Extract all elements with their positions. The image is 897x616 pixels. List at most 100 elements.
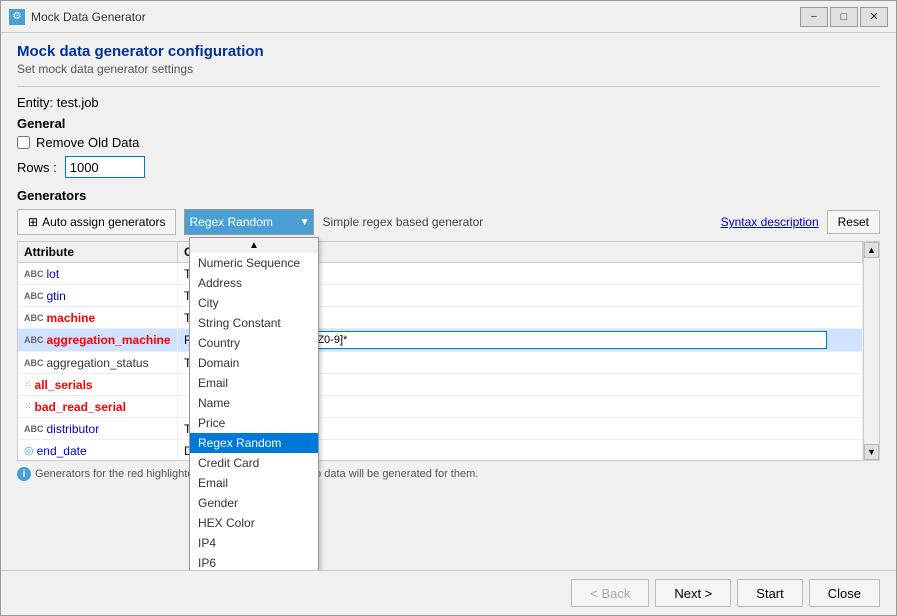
attr-cell: ABC aggregation_machine	[18, 329, 178, 351]
table-row[interactable]: ⁙ bad_read_serial	[18, 396, 863, 418]
close-button[interactable]: Close	[809, 579, 880, 607]
attr-name: all_serials	[35, 378, 93, 392]
minimize-button[interactable]: −	[800, 7, 828, 27]
start-button[interactable]: Start	[737, 579, 802, 607]
attr-cell: ABC distributor	[18, 418, 178, 439]
page-subtitle: Set mock data generator settings	[17, 62, 880, 76]
next-button[interactable]: Next >	[655, 579, 731, 607]
attr-type-icon: ◎	[24, 444, 34, 457]
attr-type-icon: ABC	[24, 269, 44, 279]
dropdown-item-numeric-sequence[interactable]: Numeric Sequence	[190, 253, 318, 273]
table-row[interactable]: ABC gtin Text	[18, 285, 863, 307]
dropdown-item-city[interactable]: City	[190, 293, 318, 313]
dropdown-item-name[interactable]: Name	[190, 393, 318, 413]
dropdown-item-credit-card[interactable]: Credit Card	[190, 453, 318, 473]
dropdown-item-email2[interactable]: Email	[190, 473, 318, 493]
generator-desc: Simple regex based generator	[322, 215, 712, 229]
attr-name: end_date	[37, 444, 87, 458]
attr-name: lot	[47, 267, 60, 281]
entity-label: Entity:	[17, 95, 53, 110]
generators-section: Generators ⊞ Auto assign generators Rege…	[17, 188, 880, 461]
back-button[interactable]: < Back	[571, 579, 649, 607]
dropdown-item-domain[interactable]: Domain	[190, 353, 318, 373]
generator-dropdown-text: Regex Random	[189, 215, 272, 229]
dropdown-item-email1[interactable]: Email	[190, 373, 318, 393]
rows-row: Rows :	[17, 156, 880, 178]
dropdown-item-regex-random[interactable]: Regex Random	[190, 433, 318, 453]
remove-old-data-row: Remove Old Data	[17, 135, 880, 150]
close-window-button[interactable]: ✕	[860, 7, 888, 27]
divider	[17, 86, 880, 87]
dropdown-item-string-constant[interactable]: String Constant	[190, 313, 318, 333]
table-scroll[interactable]: Attribute Generator Value ABC lot Text	[18, 242, 863, 460]
dropdown-scroll-up[interactable]: ▲	[190, 238, 318, 253]
attr-name: machine	[47, 311, 96, 325]
attr-name: bad_read_serial	[35, 400, 126, 414]
table-row[interactable]: ABC aggregation_machine Regex Rand...	[18, 329, 863, 352]
attr-type-icon: ABC	[24, 358, 44, 368]
title-buttons: − □ ✕	[800, 7, 888, 27]
page-title: Mock data generator configuration	[17, 43, 880, 60]
syntax-link[interactable]: Syntax description	[721, 215, 819, 229]
reset-button[interactable]: Reset	[827, 210, 880, 234]
maximize-button[interactable]: □	[830, 7, 858, 27]
info-row: i Generators for the red highlighted att…	[17, 467, 880, 481]
attr-cell: ABC aggregation_status	[18, 352, 178, 373]
val-input[interactable]	[284, 331, 827, 349]
main-window: ⚙ Mock Data Generator − □ ✕ Mock data ge…	[0, 0, 897, 616]
attr-cell: ABC lot	[18, 263, 178, 284]
dropdown-item-price[interactable]: Price	[190, 413, 318, 433]
generator-dropdown[interactable]: Regex Random ▼	[184, 209, 314, 235]
val-cell	[278, 263, 863, 284]
val-cell	[278, 352, 863, 373]
auto-assign-button[interactable]: ⊞ Auto assign generators	[17, 209, 176, 235]
auto-assign-icon: ⊞	[28, 215, 38, 229]
val-cell	[278, 418, 863, 439]
generators-table: Attribute Generator Value ABC lot Text	[17, 241, 880, 461]
dropdown-item-gender[interactable]: Gender	[190, 493, 318, 513]
attr-type-icon: ABC	[24, 424, 44, 434]
attr-name: distributor	[47, 422, 100, 436]
attr-type-icon: ABC	[24, 335, 44, 345]
table-header: Attribute Generator Value	[18, 242, 863, 263]
attr-cell: ⁙ all_serials	[18, 374, 178, 395]
generators-controls: ⊞ Auto assign generators Regex Random ▼ …	[17, 209, 880, 235]
table-row[interactable]: ABC lot Text	[18, 263, 863, 285]
dropdown-item-address[interactable]: Address	[190, 273, 318, 293]
attr-type-icon: ⁙	[24, 379, 32, 390]
main-content: Mock data generator configuration Set mo…	[1, 33, 896, 570]
generator-dropdown-menu: ▲ Numeric Sequence Address City String C…	[189, 237, 319, 570]
table-row[interactable]: ABC machine Text	[18, 307, 863, 329]
val-cell	[278, 374, 863, 395]
generators-header: Generators	[17, 188, 880, 203]
info-icon: i	[17, 467, 31, 481]
col-value: Value	[278, 242, 863, 262]
table-row[interactable]: ABC distributor Text	[18, 418, 863, 440]
val-cell[interactable]	[278, 329, 863, 351]
scroll-track[interactable]	[864, 258, 879, 444]
scroll-up-button[interactable]: ▲	[864, 242, 879, 258]
table-row[interactable]: ◎ end_date Date Random	[18, 440, 863, 460]
remove-old-data-label: Remove Old Data	[36, 135, 139, 150]
val-cell	[278, 285, 863, 306]
attr-type-icon: ABC	[24, 291, 44, 301]
remove-old-data-checkbox[interactable]	[17, 136, 30, 149]
attr-cell: ABC gtin	[18, 285, 178, 306]
general-label: General	[17, 116, 880, 131]
dropdown-item-ip6[interactable]: IP6	[190, 553, 318, 570]
val-cell	[278, 440, 863, 460]
attr-cell: ⁙ bad_read_serial	[18, 396, 178, 417]
table-row[interactable]: ABC aggregation_status Text	[18, 352, 863, 374]
col-attribute: Attribute	[18, 242, 178, 262]
dropdown-item-country[interactable]: Country	[190, 333, 318, 353]
rows-input[interactable]	[65, 156, 145, 178]
dropdown-arrow-icon: ▼	[300, 217, 310, 228]
scroll-down-button[interactable]: ▼	[864, 444, 879, 460]
scrollbar[interactable]: ▲ ▼	[863, 242, 879, 460]
dropdown-item-ip4[interactable]: IP4	[190, 533, 318, 553]
table-row[interactable]: ⁙ all_serials	[18, 374, 863, 396]
dropdown-item-hex-color[interactable]: HEX Color	[190, 513, 318, 533]
window-title: Mock Data Generator	[31, 10, 146, 24]
title-bar: ⚙ Mock Data Generator − □ ✕	[1, 1, 896, 33]
attr-type-icon: ABC	[24, 313, 44, 323]
